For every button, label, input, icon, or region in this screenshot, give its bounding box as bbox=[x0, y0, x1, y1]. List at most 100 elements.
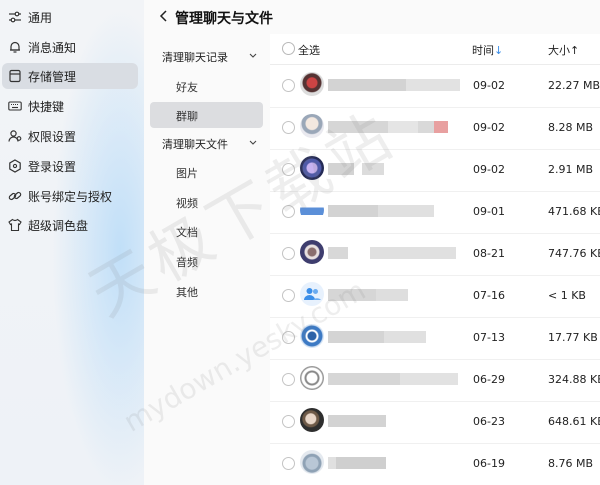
row-time: 07-13 bbox=[473, 331, 505, 344]
select-all-checkbox[interactable] bbox=[282, 42, 295, 55]
list-row[interactable]: 07-16 < 1 KB bbox=[270, 275, 600, 318]
sidebar-item-label: 快捷键 bbox=[28, 100, 65, 114]
sidebar-item-notifications[interactable]: 消息通知 bbox=[2, 34, 138, 60]
group-avatar bbox=[300, 366, 324, 390]
bell-icon bbox=[10, 41, 20, 53]
group-avatar bbox=[300, 114, 324, 138]
list-header: 全选 时间↓ 大小↑ bbox=[270, 34, 600, 65]
sidebar-item-palette[interactable]: 超级调色盘 bbox=[2, 212, 138, 238]
category-column: 清理聊天记录 好友 群聊 清理聊天文件 图片 视频 文档 音频 其他 bbox=[144, 34, 270, 485]
row-size: 17.77 KB bbox=[548, 331, 598, 344]
row-time: 08-21 bbox=[473, 247, 505, 260]
row-time: 06-29 bbox=[473, 373, 505, 386]
row-time: 07-16 bbox=[473, 289, 505, 302]
storage-icon bbox=[9, 69, 21, 83]
list-row[interactable]: 06-23 648.61 KB bbox=[270, 401, 600, 444]
back-arrow-icon[interactable] bbox=[158, 9, 170, 23]
sidebar-item-account-binding[interactable]: 账号绑定与授权 bbox=[2, 183, 138, 209]
group-avatar bbox=[300, 198, 324, 222]
sidebar-item-label: 通用 bbox=[28, 11, 53, 25]
sort-desc-arrow-icon: ↓ bbox=[494, 44, 504, 57]
category-item-documents[interactable]: 文档 bbox=[150, 218, 263, 244]
row-checkbox[interactable] bbox=[282, 331, 295, 344]
sidebar-item-shortcuts[interactable]: 快捷键 bbox=[2, 93, 138, 119]
row-time: 06-19 bbox=[473, 457, 505, 470]
settings-sidebar: 通用 消息通知 存储管理 快捷键 权限设置 登录设置 账号绑定与授权 超级调色盘 bbox=[0, 0, 144, 485]
page-title: 管理聊天与文件 bbox=[175, 11, 273, 27]
category-item-videos[interactable]: 视频 bbox=[150, 189, 263, 215]
blurred-group-name bbox=[328, 247, 456, 259]
category-item-label: 群聊 bbox=[176, 110, 198, 123]
list-row[interactable]: 09-02 22.27 MB bbox=[270, 65, 600, 108]
sidebar-item-general[interactable]: 通用 bbox=[2, 4, 138, 30]
sidebar-item-label: 超级调色盘 bbox=[28, 219, 89, 233]
blurred-group-name bbox=[328, 331, 426, 343]
sort-by-time[interactable]: 时间↓ bbox=[472, 42, 503, 58]
sidebar-item-label: 登录设置 bbox=[28, 160, 77, 174]
row-checkbox[interactable] bbox=[282, 121, 295, 134]
row-checkbox[interactable] bbox=[282, 79, 295, 92]
group-avatar bbox=[300, 72, 324, 96]
list-row[interactable]: 09-02 2.91 MB bbox=[270, 149, 600, 192]
sidebar-item-login[interactable]: 登录设置 bbox=[2, 153, 138, 179]
list-row[interactable]: 06-19 8.76 MB bbox=[270, 443, 600, 485]
row-checkbox[interactable] bbox=[282, 373, 295, 386]
blurred-group-name bbox=[328, 457, 386, 469]
sidebar-item-label: 账号绑定与授权 bbox=[28, 190, 113, 204]
list-row[interactable]: 09-02 8.28 MB bbox=[270, 107, 600, 150]
file-list: 全选 时间↓ 大小↑ 09-02 22.27 MB 09-02 8.28 MB … bbox=[270, 34, 600, 485]
blurred-group-name bbox=[328, 121, 448, 133]
category-item-label: 图片 bbox=[176, 167, 198, 180]
sidebar-item-label: 消息通知 bbox=[28, 41, 77, 55]
row-time: 09-01 bbox=[473, 205, 505, 218]
row-size: 648.61 KB bbox=[548, 415, 600, 428]
blurred-group-name bbox=[328, 289, 408, 301]
category-group-chat-records[interactable]: 清理聊天记录 bbox=[162, 49, 228, 65]
chevron-down-icon[interactable] bbox=[248, 52, 258, 60]
sliders-icon bbox=[9, 11, 21, 23]
row-size: 324.88 KB bbox=[548, 373, 600, 386]
user-permission-icon bbox=[8, 130, 22, 142]
group-avatar bbox=[300, 408, 324, 432]
select-all-label[interactable]: 全选 bbox=[298, 42, 320, 58]
row-checkbox[interactable] bbox=[282, 415, 295, 428]
row-checkbox[interactable] bbox=[282, 163, 295, 176]
category-item-other[interactable]: 其他 bbox=[150, 278, 263, 304]
category-item-label: 其他 bbox=[176, 286, 198, 299]
row-size: < 1 KB bbox=[548, 289, 586, 302]
group-default-icon bbox=[304, 288, 321, 300]
row-size: 747.76 KB bbox=[548, 247, 600, 260]
blurred-group-name bbox=[328, 205, 434, 217]
blurred-group-name bbox=[328, 79, 460, 91]
keyboard-icon bbox=[8, 101, 22, 111]
group-avatar bbox=[300, 324, 324, 348]
row-checkbox[interactable] bbox=[282, 289, 295, 302]
category-item-group-chat[interactable]: 群聊 bbox=[150, 102, 263, 128]
list-row[interactable]: 06-29 324.88 KB bbox=[270, 359, 600, 402]
row-checkbox[interactable] bbox=[282, 457, 295, 470]
row-checkbox[interactable] bbox=[282, 247, 295, 260]
page-header: 管理聊天与文件 bbox=[144, 0, 600, 34]
category-item-label: 好友 bbox=[176, 81, 198, 94]
chevron-down-icon[interactable] bbox=[248, 139, 258, 147]
sidebar-item-permissions[interactable]: 权限设置 bbox=[2, 123, 138, 149]
time-header-label: 时间 bbox=[472, 44, 494, 57]
sidebar-item-storage[interactable]: 存储管理 bbox=[2, 63, 138, 89]
row-time: 09-02 bbox=[473, 79, 505, 92]
group-avatar bbox=[300, 156, 324, 180]
row-checkbox[interactable] bbox=[282, 205, 295, 218]
blurred-group-name bbox=[328, 415, 386, 427]
blurred-group-name bbox=[328, 163, 384, 175]
sort-by-size[interactable]: 大小↑ bbox=[548, 42, 579, 58]
category-item-audio[interactable]: 音频 bbox=[150, 248, 263, 274]
hexagon-icon bbox=[9, 159, 21, 173]
list-row[interactable]: 08-21 747.76 KB bbox=[270, 233, 600, 276]
category-item-images[interactable]: 图片 bbox=[150, 159, 263, 185]
list-row[interactable]: 07-13 17.77 KB bbox=[270, 317, 600, 360]
category-item-label: 音频 bbox=[176, 256, 198, 269]
category-item-friends[interactable]: 好友 bbox=[150, 73, 263, 99]
category-group-chat-files[interactable]: 清理聊天文件 bbox=[162, 136, 228, 152]
list-row[interactable]: 09-01 471.68 KB bbox=[270, 191, 600, 234]
row-size: 22.27 MB bbox=[548, 79, 600, 92]
row-size: 2.91 MB bbox=[548, 163, 594, 176]
